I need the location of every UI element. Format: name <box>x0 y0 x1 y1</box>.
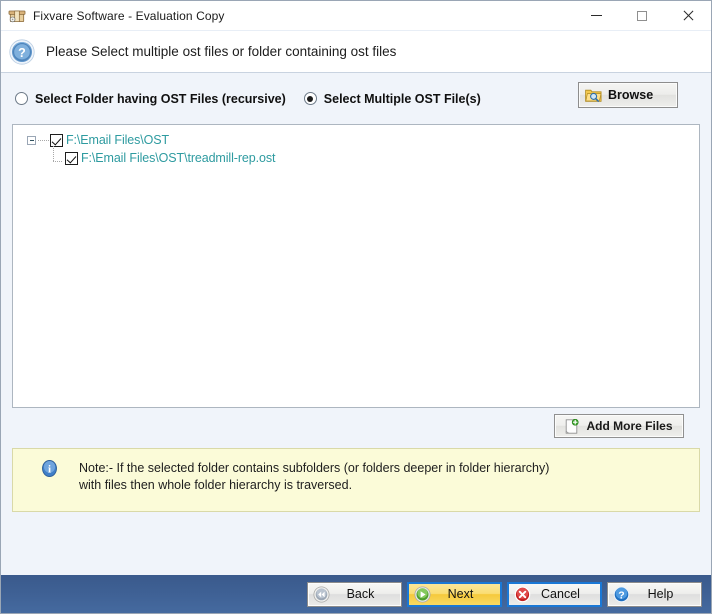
svg-text:i: i <box>48 463 51 475</box>
minimize-icon <box>591 15 602 16</box>
add-more-files-button[interactable]: Add More Files <box>554 414 684 438</box>
note-panel: i Note:- If the selected folder contains… <box>12 448 700 512</box>
tree-node-child[interactable]: F:\Email Files\OST\treadmill-rep.ost <box>51 149 699 167</box>
blue-question-mark-icon: ? <box>9 39 35 65</box>
help-button-label: Help <box>634 587 701 601</box>
cancel-button[interactable]: Cancel <box>507 582 602 607</box>
tree-child-label: F:\Email Files\OST\treadmill-rep.ost <box>81 151 275 165</box>
minimize-button[interactable] <box>573 1 619 30</box>
file-tree-panel[interactable]: F:\Email Files\OST F:\Email Files\OST\tr… <box>12 124 700 408</box>
tree-node-checkbox[interactable] <box>50 134 63 147</box>
question-icon: ? <box>613 586 630 603</box>
radio-folder-indicator[interactable] <box>15 92 28 105</box>
radio-files-indicator[interactable] <box>304 92 317 105</box>
content-spacer <box>1 512 711 575</box>
back-button-label: Back <box>334 587 401 601</box>
note-text-block: Note:- If the selected folder contains s… <box>79 460 549 494</box>
next-button[interactable]: Next <box>407 582 502 607</box>
svg-text:?: ? <box>18 46 26 60</box>
radio-files-label: Select Multiple OST File(s) <box>324 92 481 106</box>
maximize-button[interactable] <box>619 1 665 30</box>
play-icon <box>414 586 431 603</box>
instruction-text: Please Select multiple ost files or fold… <box>46 44 396 59</box>
application-window: Fixvare Software - Evaluation Copy ? Pl <box>0 0 712 614</box>
browse-button[interactable]: Browse <box>578 82 678 108</box>
tree-connector-elbow <box>51 153 64 163</box>
tree-child-checkbox[interactable] <box>65 152 78 165</box>
help-button[interactable]: ? Help <box>607 582 702 607</box>
note-line-2: with files then whole folder hierarchy i… <box>79 477 549 494</box>
maximize-icon <box>637 11 647 21</box>
tree-connector-line <box>38 140 49 141</box>
archive-box-icon <box>8 7 26 25</box>
cancel-button-label: Cancel <box>535 587 600 601</box>
close-button[interactable] <box>665 1 711 30</box>
note-line-1: Note:- If the selected folder contains s… <box>79 460 549 477</box>
back-button[interactable]: Back <box>307 582 402 607</box>
rewind-icon <box>313 586 330 603</box>
info-icon: i <box>41 460 58 477</box>
tree-node-label: F:\Email Files\OST <box>66 133 169 147</box>
radio-folder-label: Select Folder having OST Files (recursiv… <box>35 92 286 106</box>
red-x-icon <box>514 586 531 603</box>
file-tree: F:\Email Files\OST F:\Email Files\OST\tr… <box>13 125 699 167</box>
footer-button-bar: Back Next Canc <box>1 575 711 613</box>
collapse-expander-icon[interactable] <box>27 136 36 145</box>
window-title: Fixvare Software - Evaluation Copy <box>33 9 224 23</box>
radio-select-multiple-files[interactable]: Select Multiple OST File(s) <box>304 92 481 106</box>
file-add-icon <box>565 419 579 434</box>
source-options-row: Select Folder having OST Files (recursiv… <box>1 73 711 124</box>
window-controls <box>573 1 711 30</box>
instruction-header: ? Please Select multiple ost files or fo… <box>1 31 711 73</box>
svg-text:?: ? <box>618 589 624 601</box>
folder-search-icon <box>585 88 602 103</box>
tree-node-root[interactable]: F:\Email Files\OST <box>27 131 699 149</box>
close-icon <box>682 10 694 22</box>
radio-select-folder[interactable]: Select Folder having OST Files (recursiv… <box>15 92 286 106</box>
add-more-files-label: Add More Files <box>586 419 672 433</box>
browse-button-label: Browse <box>608 88 653 102</box>
next-button-label: Next <box>435 587 500 601</box>
title-bar: Fixvare Software - Evaluation Copy <box>1 1 711 31</box>
add-more-row: Add More Files <box>1 408 711 446</box>
